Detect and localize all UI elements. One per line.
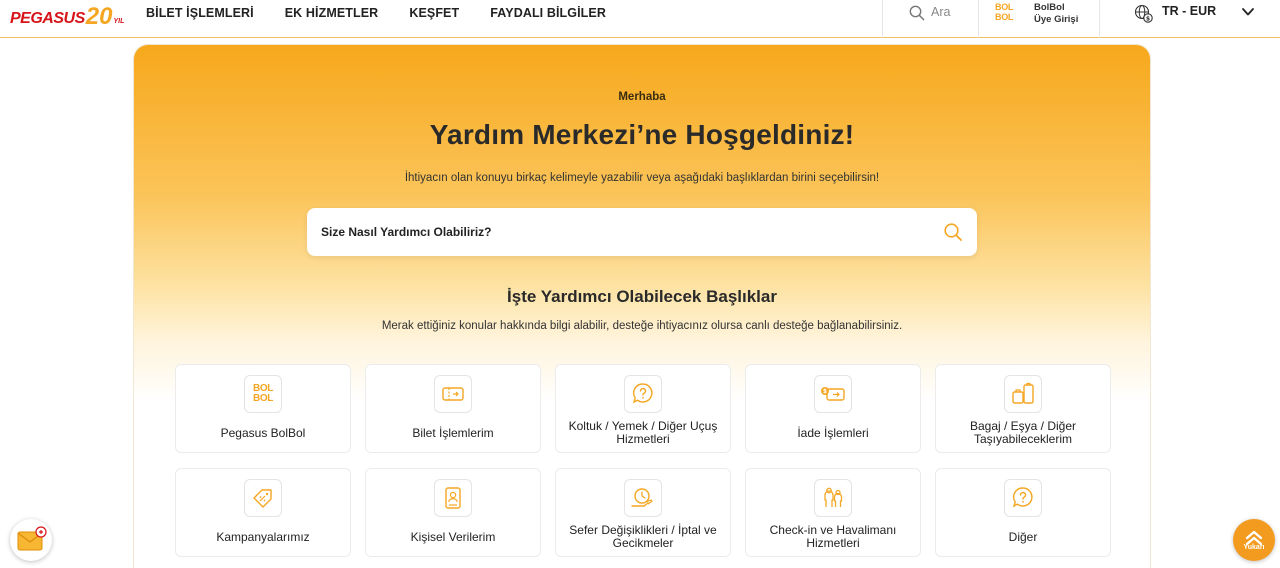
topics-title: İşte Yardımcı Olabilecek Başlıklar bbox=[507, 287, 777, 306]
logo-anniversary-suffix: YIL bbox=[113, 18, 125, 25]
language-currency-label: TR - EUR bbox=[1162, 4, 1217, 18]
passengers-icon bbox=[814, 479, 852, 517]
page-subtitle: İhtiyacın olan konuyu birkaç kelimeyle y… bbox=[404, 172, 880, 184]
header-search-button[interactable]: Ara bbox=[882, 0, 978, 38]
pegasus-logo[interactable]: PEGASUS 20 YIL bbox=[10, 2, 125, 30]
help-search-box bbox=[307, 208, 977, 256]
nav-kesfet[interactable]: KEŞFET bbox=[409, 6, 459, 20]
topic-card-label: Sefer Değişiklikleri / İptal ve Gecikmel… bbox=[569, 523, 717, 550]
search-icon bbox=[909, 5, 925, 21]
site-header: PEGASUS 20 YIL BİLET İŞLEMLERİ EK HİZMET… bbox=[0, 0, 1280, 38]
topic-card-label: Pegasus BolBol bbox=[220, 425, 306, 440]
logo-anniversary-number: 20 bbox=[85, 3, 113, 30]
help-search-input[interactable] bbox=[321, 225, 943, 239]
topic-card-pegasus-bolbol[interactable]: BOL BOL Pegasus BolBol bbox=[175, 364, 351, 453]
topic-card-label: Bagaj / Eşya / Diğer Taşıyabileceklerim bbox=[969, 419, 1077, 446]
topic-card-kampanyalarimiz[interactable]: Kampanyalarımız bbox=[175, 468, 351, 557]
topic-card-label: Diğer bbox=[1008, 529, 1038, 544]
topic-card-label: Bilet İşlemlerim bbox=[412, 425, 494, 440]
ticket-icon bbox=[434, 375, 472, 413]
topic-card-bilet-islemlerim[interactable]: Bilet İşlemlerim bbox=[365, 364, 541, 453]
id-card-icon bbox=[434, 479, 472, 517]
main-nav: BİLET İŞLEMLERİ EK HİZMETLER KEŞFET FAYD… bbox=[146, 0, 637, 26]
bolbol-login-button[interactable]: BOL BOL BolBol Üye Girişi bbox=[978, 0, 1100, 38]
topic-card-kisisel-verilerim[interactable]: Kişisel Verilerim bbox=[365, 468, 541, 557]
topics-grid: BOL BOL Pegasus BolBol Bilet İşlemlerim K… bbox=[175, 364, 1111, 557]
svg-text:$: $ bbox=[1146, 15, 1150, 22]
question-bubble-icon bbox=[624, 375, 662, 413]
schedule-change-icon bbox=[624, 479, 662, 517]
header-search-label: Ara bbox=[931, 5, 951, 19]
topic-card-label: İade İşlemleri bbox=[797, 425, 869, 440]
nav-faydali-bilgiler[interactable]: FAYDALI BİLGİLER bbox=[490, 6, 606, 20]
refund-ticket-icon: $ bbox=[814, 375, 852, 413]
bolbol-icon: BOL BOL bbox=[244, 375, 282, 413]
svg-text:$: $ bbox=[823, 388, 827, 395]
luggage-icon bbox=[1004, 375, 1042, 413]
bolbol-logo-icon: BOL BOL bbox=[995, 2, 1014, 22]
bolbol-login-label: BolBol Üye Girişi bbox=[1034, 2, 1079, 25]
topic-card-bagaj[interactable]: Bagaj / Eşya / Diğer Taşıyabileceklerim bbox=[935, 364, 1111, 453]
topic-card-diger[interactable]: Diğer bbox=[935, 468, 1111, 557]
topic-card-check-in[interactable]: Check-in ve Havalimanı Hizmetleri bbox=[745, 468, 921, 557]
topic-card-label: Check-in ve Havalimanı Hizmetleri bbox=[769, 523, 897, 550]
language-currency-selector[interactable]: $ TR - EUR bbox=[1100, 0, 1280, 38]
chat-envelope-icon bbox=[17, 526, 47, 551]
topic-card-koltuk-yemek[interactable]: Koltuk / Yemek / Diğer Uçuş Hizmetleri bbox=[555, 364, 731, 453]
header-actions: Ara BOL BOL BolBol Üye Girişi $ TR - EUR bbox=[882, 0, 1280, 38]
page-title: Yardım Merkezi’ne Hoşgeldiniz! bbox=[429, 119, 855, 150]
topics-subtitle: Merak ettiğiniz konular hakkında bilgi a… bbox=[381, 320, 903, 332]
discount-tag-icon bbox=[244, 479, 282, 517]
chevron-down-icon bbox=[1242, 8, 1255, 16]
scroll-to-top-button[interactable]: Yukarı bbox=[1233, 519, 1275, 561]
topic-card-label: Koltuk / Yemek / Diğer Uçuş Hizmetleri bbox=[568, 419, 718, 446]
live-chat-button[interactable] bbox=[10, 519, 52, 561]
topic-card-label: Kampanyalarımız bbox=[216, 529, 310, 544]
nav-bilet-islemleri[interactable]: BİLET İŞLEMLERİ bbox=[146, 6, 254, 20]
topic-card-label: Kişisel Verilerim bbox=[410, 529, 496, 544]
scroll-to-top-label: Yukarı bbox=[1243, 543, 1265, 551]
question-bubble-icon bbox=[1004, 479, 1042, 517]
logo-brand: PEGASUS bbox=[10, 10, 85, 27]
search-icon[interactable] bbox=[943, 222, 963, 242]
greeting-text: Merhaba bbox=[618, 91, 666, 103]
globe-currency-icon: $ bbox=[1134, 4, 1153, 23]
topic-card-sefer-degisiklikleri[interactable]: Sefer Değişiklikleri / İptal ve Gecikmel… bbox=[555, 468, 731, 557]
topic-card-iade-islemleri[interactable]: $ İade İşlemleri bbox=[745, 364, 921, 453]
nav-ek-hizmetler[interactable]: EK HİZMETLER bbox=[285, 6, 379, 20]
